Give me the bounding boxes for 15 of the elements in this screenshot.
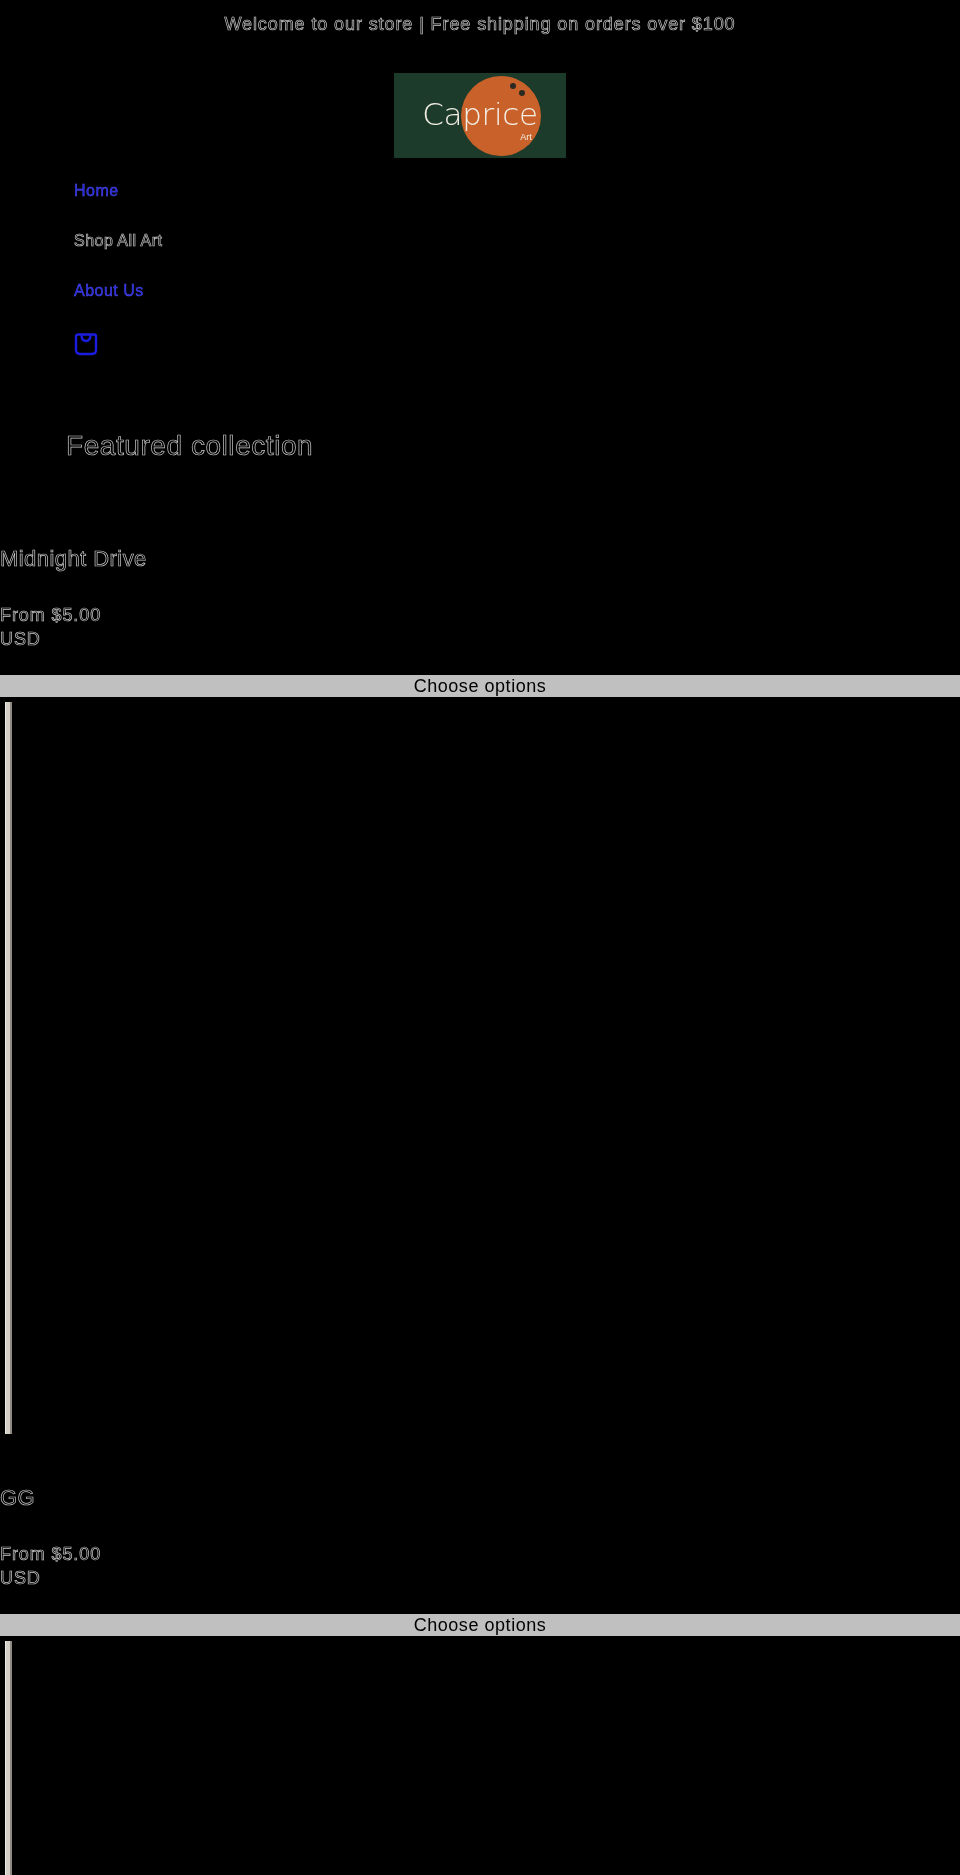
nav-link[interactable]: Home — [74, 180, 119, 202]
price-currency: USD — [0, 1567, 42, 1590]
logo-tagline: Art — [520, 132, 532, 143]
product-title: GG — [0, 1485, 37, 1511]
nav-link[interactable]: About Us — [74, 280, 144, 302]
shopping-bag-icon[interactable] — [74, 332, 98, 356]
choose-options-button[interactable]: Choose options — [0, 675, 960, 697]
product-price: From $5.00 — [0, 1543, 103, 1566]
nav-link[interactable]: Shop All Art — [74, 230, 163, 252]
product-title: Midnight Drive — [0, 546, 148, 572]
choose-options-button[interactable]: Choose options — [0, 1614, 960, 1636]
product-price: From $5.00 — [0, 604, 103, 627]
announcement-text: Welcome to our store | Free shipping on orders over $100 — [224, 13, 736, 35]
price-currency: USD — [0, 628, 42, 651]
section-heading: Featured collection — [65, 429, 315, 463]
